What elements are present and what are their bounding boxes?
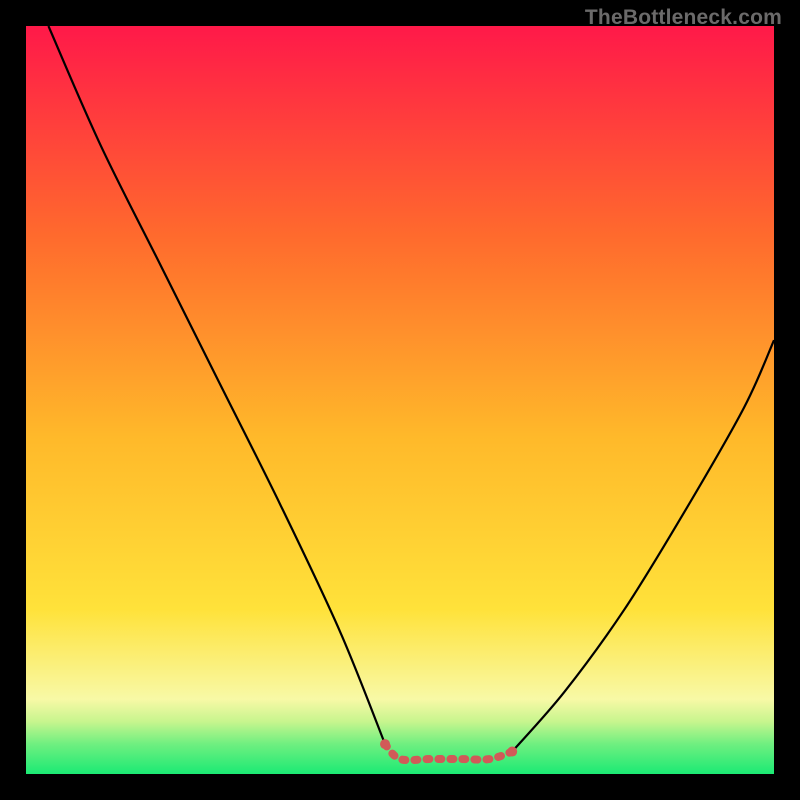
bottleneck-curve-chart xyxy=(26,26,774,774)
chart-frame xyxy=(26,26,774,774)
valley-end-cap-right xyxy=(507,747,517,757)
gradient-background xyxy=(26,26,774,774)
valley-end-cap-left xyxy=(380,739,390,749)
